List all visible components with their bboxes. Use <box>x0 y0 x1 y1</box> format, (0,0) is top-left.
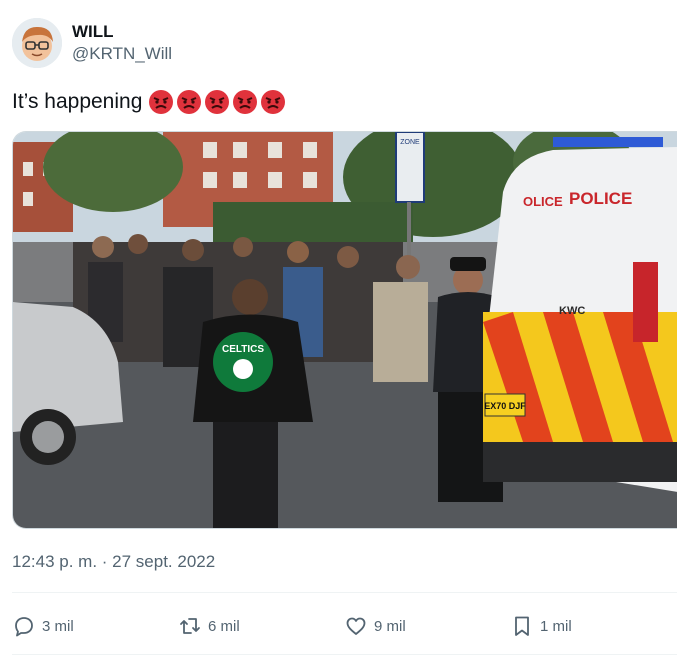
bookmark-count: 1 mil <box>540 617 572 635</box>
divider <box>12 654 677 655</box>
heart-icon <box>346 617 366 635</box>
tweet-text: It’s happening <box>12 88 286 116</box>
tweet-actions: 3 mil 6 mil 9 mil 1 mil <box>12 608 677 644</box>
angry-face-icon <box>233 90 258 114</box>
avatar[interactable] <box>12 18 62 68</box>
tweet-text-content: It’s happening <box>12 90 143 113</box>
jacket-text: CELTICS <box>222 344 264 355</box>
tweet-header: WILL @KRTN_Will <box>12 16 172 70</box>
angry-face-icon <box>261 90 286 114</box>
angry-face-icon <box>149 90 174 114</box>
emoji-row <box>148 89 286 115</box>
reply-button[interactable]: 3 mil <box>12 608 178 644</box>
retweet-button[interactable]: 6 mil <box>178 608 344 644</box>
tweet-media-photo[interactable]: ZONE CELTICS OLICE POLICE KWC EX70 DJF <box>12 131 677 529</box>
display-name[interactable]: WILL <box>72 21 172 43</box>
angry-face-icon <box>205 90 230 114</box>
reply-count: 3 mil <box>42 617 74 635</box>
sign-text: ZONE <box>400 139 420 146</box>
reply-icon <box>15 617 33 637</box>
angry-face-icon <box>177 90 202 114</box>
tweet-timestamp[interactable]: 12:43 p. m. · 27 sept. 2022 <box>12 551 215 573</box>
van-plate: EX70 DJF <box>484 401 526 411</box>
like-count: 9 mil <box>374 617 406 635</box>
author-names: WILL @KRTN_Will <box>72 21 172 65</box>
van-badge: KWC <box>559 305 585 317</box>
divider <box>12 592 677 593</box>
retweet-icon <box>180 618 200 634</box>
bookmark-button[interactable]: 1 mil <box>510 608 676 644</box>
like-button[interactable]: 9 mil <box>344 608 510 644</box>
van-text-left: OLICE <box>523 194 563 209</box>
bookmark-icon <box>515 616 529 636</box>
handle[interactable]: @KRTN_Will <box>72 43 172 65</box>
van-text-right: POLICE <box>569 189 632 208</box>
retweet-count: 6 mil <box>208 617 240 635</box>
